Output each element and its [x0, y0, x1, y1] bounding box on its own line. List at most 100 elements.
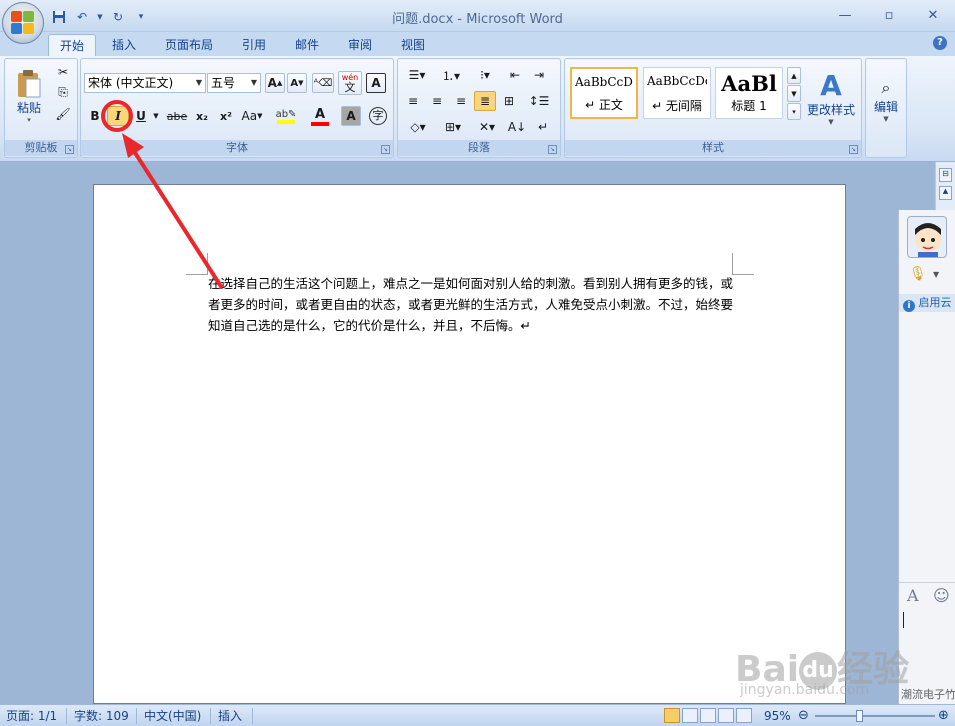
minimize-button[interactable]: — — [823, 6, 867, 26]
status-insert-mode[interactable]: 插入 — [218, 708, 242, 724]
asian-layout-button[interactable]: ✕▾ — [472, 117, 502, 137]
align-left-button[interactable]: ≡ — [402, 91, 424, 111]
editing-button[interactable]: ⌕ 编辑 ▼ — [870, 65, 902, 135]
paste-button[interactable]: 粘贴 ▾ — [9, 63, 49, 129]
panel-footer-text: 潮流电子竹 — [901, 688, 955, 701]
styles-scroll-up-icon[interactable]: ▲ — [787, 67, 801, 84]
change-case-button[interactable]: Aa ▼ — [239, 106, 265, 126]
avatar[interactable] — [907, 216, 947, 258]
borders-button[interactable]: ⊞▾ — [438, 117, 468, 137]
font-family-select[interactable]: 宋体 (中文正文) ▼ — [84, 73, 206, 93]
font-size-select[interactable]: 五号 ▼ — [207, 73, 261, 93]
multilevel-list-button[interactable]: ⁝▾ — [470, 65, 500, 85]
numbering-button[interactable]: ⒈▾ — [436, 65, 466, 85]
cut-icon[interactable]: ✂ — [53, 63, 73, 81]
styles-group: AaBbCcDc ↵ 正文 AaBbCcDc ↵ 无间隔 AaBl 标题 1 ▲… — [564, 58, 862, 158]
change-styles-icon: A — [820, 68, 842, 102]
phonetic-guide-button[interactable]: wén 文 — [338, 71, 362, 95]
tab-review[interactable]: 审阅 — [336, 34, 384, 56]
italic-button[interactable]: I — [107, 106, 129, 126]
ribbon-tabs: 开始 插入 页面布局 引用 邮件 审阅 视图 — [0, 32, 955, 56]
tab-references[interactable]: 引用 — [230, 34, 278, 56]
status-language[interactable]: 中文(中国) — [144, 708, 201, 724]
style-normal[interactable]: AaBbCcDc ↵ 正文 — [570, 67, 638, 119]
clear-formatting-button[interactable]: ᴬ⌫ — [312, 73, 334, 93]
justify-button[interactable]: ≣ — [474, 91, 496, 111]
character-border-button[interactable]: A — [366, 73, 386, 93]
font-color-button[interactable]: A — [305, 104, 335, 128]
font-style-icon[interactable]: A — [907, 586, 919, 605]
clipboard-launcher-icon[interactable]: ↘ — [65, 145, 74, 154]
font-group: 宋体 (中文正文) ▼ 五号 ▼ A ▲ A ▼ ᴬ⌫ wén 文 A B I U ▼… — [80, 58, 394, 158]
editing-group: ⌕ 编辑 ▼ — [865, 58, 907, 158]
increase-indent-button[interactable]: ⇥ — [528, 65, 550, 85]
style-heading-1[interactable]: AaBl 标题 1 — [715, 67, 783, 119]
help-icon[interactable]: ? — [933, 36, 947, 50]
bold-button[interactable]: B — [85, 106, 105, 126]
full-screen-reading-view-icon[interactable] — [682, 708, 698, 723]
text-cursor — [903, 612, 904, 628]
zoom-level[interactable]: 95% — [764, 708, 791, 724]
draft-view-icon[interactable] — [736, 708, 752, 723]
tab-page-layout[interactable]: 页面布局 — [156, 34, 222, 56]
zoom-slider-thumb[interactable] — [856, 710, 863, 722]
tab-home[interactable]: 开始 — [48, 34, 96, 56]
shrink-font-button[interactable]: A ▼ — [287, 73, 307, 93]
zoom-out-icon[interactable]: ⊖ — [798, 708, 809, 724]
align-right-button[interactable]: ≡ — [450, 91, 472, 111]
superscript-button[interactable]: x² — [215, 106, 237, 126]
binoculars-icon: ⌕ — [881, 77, 891, 97]
print-layout-view-icon[interactable] — [664, 708, 680, 723]
styles-scroll-down-icon[interactable]: ▼ — [787, 85, 801, 102]
enclose-characters-button[interactable]: 字 — [367, 105, 389, 127]
cloud-info-bar[interactable]: i 启用云 — [899, 294, 955, 312]
underline-button[interactable]: U — [131, 106, 151, 126]
styles-more-icon[interactable]: ▾ — [787, 103, 801, 120]
subscript-button[interactable]: x₂ — [191, 106, 213, 126]
tab-view[interactable]: 视图 — [389, 34, 437, 56]
zoom-in-icon[interactable]: ⊕ — [938, 708, 949, 724]
paragraph-launcher-icon[interactable]: ↘ — [548, 145, 557, 154]
style-no-spacing[interactable]: AaBbCcDc ↵ 无间隔 — [643, 67, 711, 119]
align-center-button[interactable]: ≡ — [426, 91, 448, 111]
title-bar: ↶ ▼ ↻ ▾ 问题.docx - Microsoft Word — ▫ ✕ — [0, 0, 955, 32]
ruler-toggle-icon[interactable]: ⊟ — [939, 168, 952, 182]
document-page[interactable]: 在选择自己的生活这个问题上，难点之一是如何面对别人给的刺激。看到别人拥有更多的钱… — [93, 184, 846, 704]
microphone-icon[interactable]: 🎙 — [909, 266, 927, 284]
tab-insert[interactable]: 插入 — [100, 34, 148, 56]
sort-button[interactable]: A↓ — [506, 117, 528, 137]
office-button[interactable] — [2, 2, 44, 44]
status-word-count[interactable]: 字数: 109 — [74, 708, 129, 724]
decrease-indent-button[interactable]: ⇤ — [504, 65, 526, 85]
font-family-value: 宋体 (中文正文) — [88, 76, 174, 90]
highlighter-icon: ab✎ — [275, 108, 297, 120]
status-page[interactable]: 页面: 1/1 — [6, 708, 57, 724]
chevron-down-icon[interactable]: ▼ — [933, 270, 939, 279]
status-bar: 页面: 1/1 字数: 109 中文(中国) 插入 95% ⊖ ⊕ — [0, 704, 955, 726]
strikethrough-button[interactable]: abe — [165, 106, 189, 126]
bullets-button[interactable]: ☰▾ — [402, 65, 432, 85]
line-spacing-button[interactable]: ↕☰ — [524, 91, 554, 111]
close-button[interactable]: ✕ — [911, 6, 955, 26]
maximize-button[interactable]: ▫ — [867, 6, 911, 26]
character-shading-button[interactable]: A — [341, 106, 361, 126]
show-marks-button[interactable]: ↵ — [532, 117, 554, 137]
format-painter-icon[interactable]: 🖌 — [53, 105, 73, 123]
shading-button[interactable]: ◇▾ — [402, 117, 434, 137]
emoji-icon[interactable]: ☺ — [933, 586, 950, 605]
tab-mailings[interactable]: 邮件 — [283, 34, 331, 56]
distributed-button[interactable]: ⊞ — [498, 91, 520, 111]
styles-launcher-icon[interactable]: ↘ — [849, 145, 858, 154]
underline-dropdown-icon[interactable]: ▼ — [151, 106, 161, 126]
side-panel: 🎙 ▼ i 启用云 A ☺ 潮流电子竹 — [898, 210, 955, 704]
document-body-text[interactable]: 在选择自己的生活这个问题上，难点之一是如何面对别人给的刺激。看到别人拥有更多的钱… — [208, 273, 738, 336]
highlight-color-button[interactable]: ab✎ — [271, 104, 301, 128]
font-launcher-icon[interactable]: ↘ — [381, 145, 390, 154]
scroll-up-icon[interactable]: ▲ — [939, 186, 952, 200]
change-styles-button[interactable]: A 更改样式 ▼ — [803, 63, 859, 133]
copy-icon[interactable]: ⎘ — [53, 83, 73, 101]
grow-font-button[interactable]: A ▲ — [265, 73, 285, 93]
outline-view-icon[interactable] — [718, 708, 734, 723]
zoom-slider-track[interactable] — [815, 715, 935, 717]
web-layout-view-icon[interactable] — [700, 708, 716, 723]
